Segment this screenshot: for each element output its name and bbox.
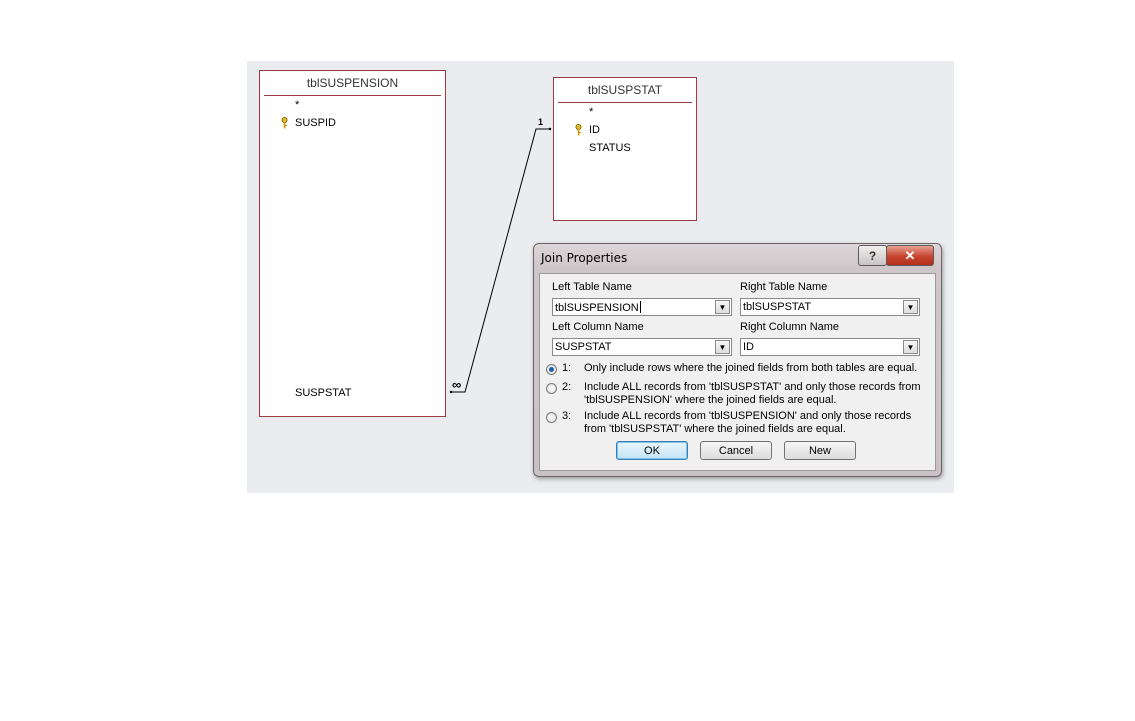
left-table-label: Left Table Name <box>552 281 632 293</box>
chevron-down-icon[interactable]: ▼ <box>903 340 918 354</box>
dialog-body: Left Table Name tblSUSPENSION ▼ Right Ta… <box>539 273 936 471</box>
field-id[interactable]: ID <box>589 124 600 136</box>
left-table-value[interactable]: tblSUSPENSION <box>555 301 641 314</box>
join-option-3-number: 3: <box>562 410 572 422</box>
right-column-label: Right Column Name <box>740 321 840 333</box>
help-button[interactable]: ? <box>858 245 887 266</box>
right-table-label: Right Table Name <box>740 281 828 293</box>
join-option-2-text[interactable]: Include ALL records from 'tblSUSPSTAT' a… <box>584 381 929 407</box>
help-icon: ? <box>868 248 877 263</box>
join-option-1-radio[interactable] <box>546 364 557 375</box>
relationship-one-label: 1 <box>538 117 544 127</box>
text-cursor <box>639 301 641 313</box>
join-properties-dialog: Join Properties ? ✕ Left Table Name tblS… <box>533 243 942 477</box>
table-title-divider <box>558 102 692 103</box>
join-option-3-text[interactable]: Include ALL records from 'tblSUSPENSION'… <box>584 410 929 436</box>
table-title-divider <box>264 95 441 96</box>
chevron-down-icon[interactable]: ▼ <box>715 340 730 354</box>
field-all[interactable]: * <box>295 99 299 111</box>
left-column-combo[interactable]: SUSPSTAT ▼ <box>552 338 732 356</box>
cancel-button[interactable]: Cancel <box>700 441 772 460</box>
chevron-down-icon[interactable]: ▼ <box>715 300 730 314</box>
join-option-2-number: 2: <box>562 381 572 393</box>
ok-button[interactable]: OK <box>616 441 688 460</box>
close-button[interactable]: ✕ <box>886 245 934 266</box>
join-option-3-radio[interactable] <box>546 412 557 423</box>
field-all[interactable]: * <box>589 106 593 118</box>
close-icon: ✕ <box>904 247 916 263</box>
field-suspid[interactable]: SUSPID <box>295 117 336 129</box>
field-suspstat[interactable]: SUSPSTAT <box>295 387 351 399</box>
new-button[interactable]: New <box>784 441 856 460</box>
left-column-value[interactable]: SUSPSTAT <box>555 341 611 353</box>
right-table-combo[interactable]: tblSUSPSTAT ▼ <box>740 298 920 316</box>
table-title[interactable]: tblSUSPSTAT <box>554 83 696 97</box>
left-column-label: Left Column Name <box>552 321 644 333</box>
key-icon <box>575 124 582 136</box>
table-tblsuspension[interactable]: tblSUSPENSION * SUSPID SUSPSTAT <box>259 70 446 417</box>
relationship-many-label: ∞ <box>452 377 462 392</box>
right-column-value[interactable]: ID <box>743 341 754 353</box>
table-tblsuspstat[interactable]: tblSUSPSTAT * ID STATUS <box>553 77 697 221</box>
key-icon <box>281 117 288 129</box>
left-table-combo[interactable]: tblSUSPENSION ▼ <box>552 298 732 316</box>
join-option-1-number: 1: <box>562 362 572 374</box>
right-table-value[interactable]: tblSUSPSTAT <box>743 301 811 313</box>
dialog-title: Join Properties <box>541 251 628 265</box>
right-column-combo[interactable]: ID ▼ <box>740 338 920 356</box>
join-option-1-text[interactable]: Only include rows where the joined field… <box>584 362 929 375</box>
field-status[interactable]: STATUS <box>589 142 631 154</box>
join-option-2-radio[interactable] <box>546 383 557 394</box>
table-title[interactable]: tblSUSPENSION <box>260 76 445 90</box>
chevron-down-icon[interactable]: ▼ <box>903 300 918 314</box>
